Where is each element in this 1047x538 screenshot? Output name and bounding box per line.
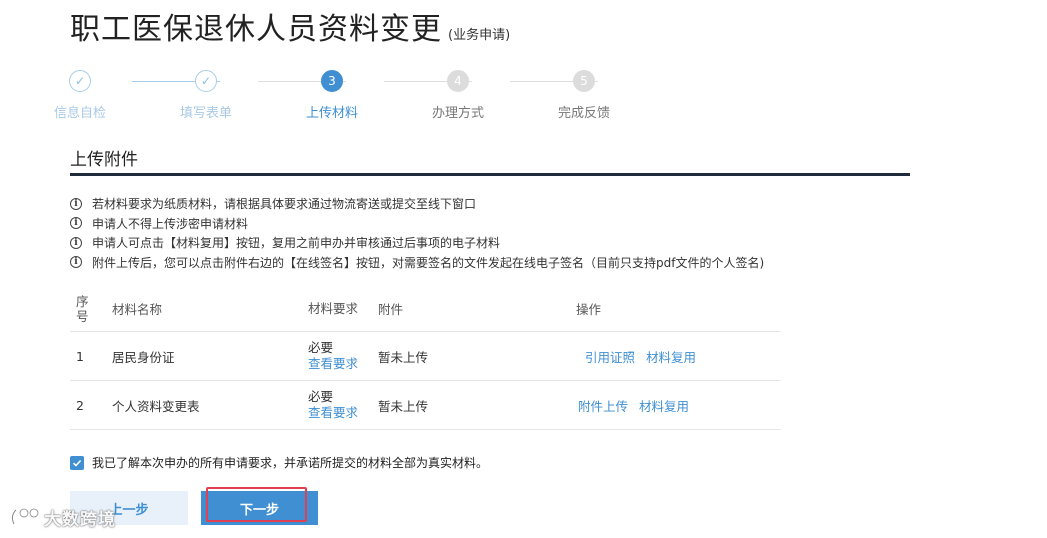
column-header-no: 序号 [76,293,89,324]
table-header-row: 序号 材料名称 材料要求 附件 操作 [70,286,781,332]
table-row: 1 居民身份证 必要 查看要求 暂未上传 引用证照 材料复用 [70,332,781,381]
watermark-text: 大数跨境 [44,509,116,530]
info-icon: i [70,236,82,249]
step-label: 填写表单 [179,106,232,121]
page-title-subtitle: (业务申请) [448,28,511,43]
column-header-name: 材料名称 [112,302,163,317]
materials-table: 序号 材料名称 材料要求 附件 操作 1 居民身份证 必要 查看要求 暂未上传 … [70,286,781,430]
step-label: 办理方式 [431,106,484,121]
material-requirement: 必要 查看要求 [308,381,358,429]
reuse-material-link[interactable]: 材料复用 [646,347,696,366]
check-icon: ✓ [195,70,217,92]
step-number: 4 [447,70,469,92]
step-number: 5 [573,70,595,92]
notice-text: 申请人可点击【材料复用】按钮，复用之前申办并审核通过后事项的电子材料 [92,236,501,251]
cite-license-link[interactable]: 引用证照 [585,347,635,366]
checkmark-icon [72,459,82,467]
step-fill-form: ✓ 填写表单 [161,70,251,121]
row-number: 1 [76,348,84,364]
row-operations: 引用证照 材料复用 [585,332,696,380]
info-icon: i [70,197,82,210]
step-upload-materials: 3 上传材料 [287,70,377,121]
step-completion-feedback: 5 完成反馈 [539,70,629,121]
agreement-checkbox[interactable] [70,455,84,470]
notice-text: 申请人不得上传涉密申请材料 [92,216,249,231]
notice-text: 附件上传后，您可以点击附件右边的【在线签名】按钮，对需要签名的文件发起在线电子签… [92,255,765,270]
notice-text: 若材料要求为纸质材料，请根据具体要求通过物流寄送或提交至线下窗口 [92,197,477,212]
info-icon: i [70,217,82,230]
step-number: 3 [321,70,343,92]
column-header-operation: 操作 [576,302,602,317]
material-name: 个人资料变更表 [112,398,200,414]
material-name: 居民身份证 [112,349,175,365]
agreement: 我已了解本次申办的所有申请要求，并承诺所提交的材料全部为真实材料。 [70,454,488,471]
notice-item: i 申请人不得上传涉密申请材料 [70,214,764,234]
check-icon: ✓ [69,70,91,92]
progress-stepper: ✓ 信息自检 ✓ 填写表单 3 上传材料 4 办理方式 5 完成反馈 [54,70,660,130]
section-divider [70,173,910,176]
column-header-requirement: 材料要求 [308,300,359,316]
notice-item: i 附件上传后，您可以点击附件右边的【在线签名】按钮，对需要签名的文件发起在线电… [70,253,764,273]
info-icon: i [70,256,82,269]
requirement-level: 必要 [308,389,334,404]
notice-list: i 若材料要求为纸质材料，请根据具体要求通过物流寄送或提交至线下窗口 i 申请人… [70,194,764,272]
next-step-button[interactable]: 下一步 [201,491,318,525]
column-header-attachment: 附件 [378,302,404,317]
attachment-status: 暂未上传 [378,349,429,365]
step-label: 信息自检 [53,106,106,121]
requirement-level: 必要 [308,340,334,355]
step-info-check: ✓ 信息自检 [35,70,125,121]
attachment-status: 暂未上传 [378,398,429,414]
page-title: 职工医保退休人员资料变更 (业务申请) [70,4,510,48]
row-operations: 附件上传 材料复用 [578,381,689,429]
table-row: 2 个人资料变更表 必要 查看要求 暂未上传 附件上传 材料复用 [70,381,781,430]
step-handling-method: 4 办理方式 [413,70,503,121]
upload-attachment-link[interactable]: 附件上传 [578,396,628,415]
agreement-text: 我已了解本次申办的所有申请要求，并承诺所提交的材料全部为真实材料。 [92,456,489,470]
row-number: 2 [76,397,84,413]
watermark: 大数跨境 [8,504,116,530]
notice-item: i 若材料要求为纸质材料，请根据具体要求通过物流寄送或提交至线下窗口 [70,194,764,214]
watermark-logo-icon [10,507,40,525]
notice-item: i 申请人可点击【材料复用】按钮，复用之前申办并审核通过后事项的电子材料 [70,233,764,253]
reuse-material-link[interactable]: 材料复用 [639,396,689,415]
step-label: 上传材料 [305,106,358,121]
view-requirements-link[interactable]: 查看要求 [308,405,358,421]
step-label: 完成反馈 [557,106,610,121]
view-requirements-link[interactable]: 查看要求 [308,356,358,372]
material-requirement: 必要 查看要求 [308,332,358,380]
section-title: 上传附件 [70,150,138,170]
page-title-main: 职工医保退休人员资料变更 [70,12,442,47]
